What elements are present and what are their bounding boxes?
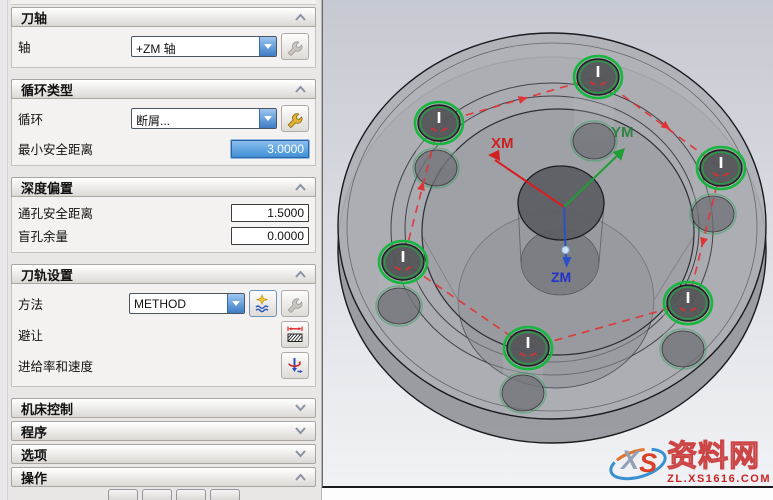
method-label: 方法 bbox=[18, 294, 129, 313]
wrench-icon bbox=[285, 109, 305, 129]
dropdown-arrow-icon[interactable] bbox=[227, 294, 244, 313]
feeds-speeds-icon bbox=[285, 356, 305, 376]
group-title: 刀轴 bbox=[21, 8, 47, 27]
group-actions: 操作 bbox=[11, 467, 316, 487]
group-options: 选项 bbox=[11, 444, 316, 464]
min-clearance-field[interactable] bbox=[231, 140, 309, 158]
flange-part-3d-view: XM YM ZM bbox=[323, 0, 773, 486]
edit-axis-button[interactable] bbox=[281, 33, 309, 60]
group-title: 操作 bbox=[21, 468, 47, 487]
feeds-speeds-label: 进给率和速度 bbox=[18, 356, 277, 375]
chevron-down-icon[interactable] bbox=[294, 450, 307, 458]
group-program: 程序 bbox=[11, 421, 316, 441]
group-title: 机床控制 bbox=[21, 399, 73, 418]
min-clearance-row: 最小安全距离 bbox=[16, 134, 311, 160]
watermark-logo: X S bbox=[607, 439, 671, 485]
axis-row: 轴 +ZM 轴 bbox=[16, 31, 311, 62]
create-method-icon bbox=[253, 294, 273, 314]
axis-label-zm: ZM bbox=[551, 269, 571, 285]
group-title: 选项 bbox=[21, 445, 47, 464]
action-button-4[interactable] bbox=[210, 489, 240, 500]
cycle-row: 循环 断屑... bbox=[16, 103, 311, 134]
chevron-down-icon[interactable] bbox=[294, 427, 307, 435]
group-title: 深度偏置 bbox=[21, 178, 73, 197]
dropdown-arrow-icon[interactable] bbox=[259, 37, 276, 56]
window-bottom-strip bbox=[322, 490, 773, 500]
edit-cycle-button[interactable] bbox=[281, 105, 309, 132]
axis-dropdown-value: +ZM 轴 bbox=[132, 37, 259, 56]
axis-dropdown[interactable]: +ZM 轴 bbox=[131, 36, 277, 57]
group-depth-offset: 深度偏置 通孔安全距离 盲孔余量 bbox=[11, 177, 316, 253]
chevron-up-icon[interactable] bbox=[294, 13, 307, 21]
min-clearance-label: 最小安全距离 bbox=[18, 139, 231, 158]
chevron-up-icon[interactable] bbox=[294, 183, 307, 191]
dropdown-arrow-icon[interactable] bbox=[259, 109, 276, 128]
group-cycle-type: 循环类型 循环 断屑... 最小安全距离 bbox=[11, 79, 316, 166]
through-clearance-label: 通孔安全距离 bbox=[18, 203, 231, 222]
previous-group-edge bbox=[11, 0, 316, 5]
wrench-icon-disabled bbox=[285, 37, 305, 57]
axis-label-xm: XM bbox=[491, 135, 514, 152]
group-header-cycle-type[interactable]: 循环类型 bbox=[11, 79, 316, 99]
group-title: 刀轨设置 bbox=[21, 265, 73, 284]
avoidance-row: 避让 bbox=[16, 319, 311, 350]
edit-method-button[interactable] bbox=[281, 290, 309, 317]
group-header-path-settings[interactable]: 刀轨设置 bbox=[11, 264, 316, 284]
group-header-tool-axis[interactable]: 刀轴 bbox=[11, 7, 316, 27]
drill-operation-dialog: 刀轴 轴 +ZM 轴 bbox=[8, 0, 322, 500]
action-buttons-row bbox=[108, 489, 240, 500]
dialog-left-edge bbox=[0, 0, 8, 500]
through-clearance-field[interactable] bbox=[231, 204, 309, 222]
group-header-machine-control[interactable]: 机床控制 bbox=[11, 398, 316, 418]
blind-stock-field[interactable] bbox=[231, 227, 309, 245]
new-method-button[interactable] bbox=[249, 290, 277, 317]
watermark: X S 资料网 ZL.XS1616.COM bbox=[607, 439, 771, 485]
cycle-dropdown-value: 断屑... bbox=[132, 109, 259, 128]
group-header-actions[interactable]: 操作 bbox=[11, 467, 316, 487]
chevron-up-icon[interactable] bbox=[294, 473, 307, 481]
chevron-up-icon[interactable] bbox=[294, 270, 307, 278]
group-title: 程序 bbox=[21, 422, 47, 441]
method-dropdown-value: METHOD bbox=[130, 294, 227, 313]
method-row: 方法 METHOD bbox=[16, 288, 311, 319]
watermark-letter-s: S bbox=[639, 448, 657, 479]
cycle-label: 循环 bbox=[18, 109, 131, 128]
watermark-url: ZL.XS1616.COM bbox=[667, 473, 771, 485]
group-header-options[interactable]: 选项 bbox=[11, 444, 316, 464]
axis-label-ym: YM bbox=[611, 124, 634, 141]
action-button-1[interactable] bbox=[108, 489, 138, 500]
action-button-3[interactable] bbox=[176, 489, 206, 500]
feeds-speeds-row: 进给率和速度 bbox=[16, 350, 311, 381]
avoidance-button[interactable] bbox=[281, 321, 309, 348]
watermark-letter-x: X bbox=[621, 445, 639, 476]
application-window: 刀轴 轴 +ZM 轴 bbox=[0, 0, 773, 500]
wrench-icon-disabled bbox=[285, 294, 305, 314]
group-tool-axis: 刀轴 轴 +ZM 轴 bbox=[11, 7, 316, 68]
cycle-dropdown[interactable]: 断屑... bbox=[131, 108, 277, 129]
through-clearance-row: 通孔安全距离 bbox=[16, 201, 311, 224]
blind-stock-row: 盲孔余量 bbox=[16, 224, 311, 247]
avoidance-icon bbox=[285, 325, 305, 345]
axis-label: 轴 bbox=[18, 37, 131, 56]
group-title: 循环类型 bbox=[21, 80, 73, 99]
group-machine-control: 机床控制 bbox=[11, 398, 316, 418]
watermark-title: 资料网 bbox=[667, 442, 760, 472]
blind-stock-label: 盲孔余量 bbox=[18, 226, 231, 245]
feeds-speeds-button[interactable] bbox=[281, 352, 309, 379]
avoidance-label: 避让 bbox=[18, 325, 277, 344]
chevron-down-icon[interactable] bbox=[294, 404, 307, 412]
group-path-settings: 刀轨设置 方法 METHOD bbox=[11, 264, 316, 387]
method-dropdown[interactable]: METHOD bbox=[129, 293, 245, 314]
group-header-depth-offset[interactable]: 深度偏置 bbox=[11, 177, 316, 197]
graphics-viewport[interactable]: XM YM ZM X S 资料网 ZL.XS1616.COM bbox=[322, 0, 773, 488]
action-button-2[interactable] bbox=[142, 489, 172, 500]
group-header-program[interactable]: 程序 bbox=[11, 421, 316, 441]
chevron-up-icon[interactable] bbox=[294, 85, 307, 93]
